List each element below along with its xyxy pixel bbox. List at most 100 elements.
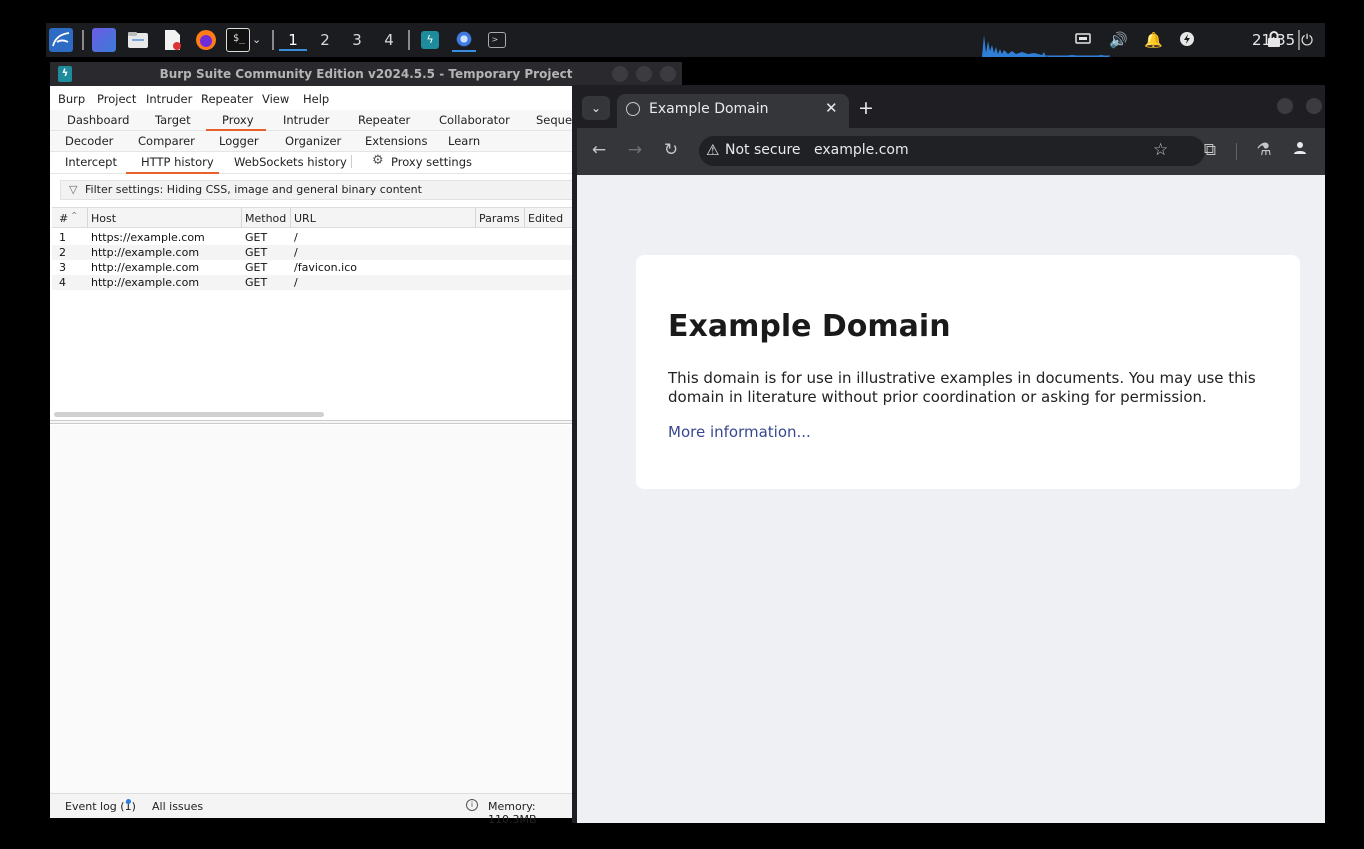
file-manager-icon[interactable] bbox=[126, 28, 150, 52]
not-secure-label[interactable]: Not secure bbox=[725, 142, 801, 158]
table-row[interactable]: 4 http://example.com GET / bbox=[52, 275, 580, 290]
cell-method: GET bbox=[245, 276, 268, 289]
column-header-edited[interactable]: Edited bbox=[528, 212, 563, 225]
lock-icon[interactable] bbox=[1265, 31, 1283, 49]
tab-organizer[interactable]: Organizer bbox=[285, 134, 341, 148]
content-card: Example Domain This domain is for use in… bbox=[636, 255, 1300, 489]
column-separator[interactable] bbox=[524, 208, 525, 228]
cell-number: 3 bbox=[59, 261, 66, 274]
column-separator[interactable] bbox=[87, 208, 88, 228]
horizontal-scrollbar[interactable] bbox=[54, 412, 324, 417]
table-row[interactable]: 1 https://example.com GET / bbox=[52, 230, 580, 245]
tab-logger[interactable]: Logger bbox=[219, 134, 259, 148]
workspace-3[interactable]: 3 bbox=[343, 29, 371, 51]
notification-bell-icon[interactable]: 🔔 bbox=[1144, 31, 1163, 49]
kali-menu-icon[interactable] bbox=[49, 28, 73, 52]
burp-task-icon[interactable]: ϟ bbox=[421, 31, 439, 49]
subtab-http-history[interactable]: HTTP history bbox=[141, 155, 214, 169]
maximize-button[interactable] bbox=[636, 66, 652, 82]
subtab-proxy-settings[interactable]: Proxy settings bbox=[391, 155, 472, 169]
text-editor-icon[interactable] bbox=[160, 28, 184, 52]
tab-collaborator[interactable]: Collaborator bbox=[439, 113, 510, 127]
tab-repeater[interactable]: Repeater bbox=[358, 113, 410, 127]
tab-target[interactable]: Target bbox=[155, 113, 191, 127]
chevron-down-icon[interactable]: ⌄ bbox=[252, 28, 266, 52]
subtab-websockets-history[interactable]: WebSockets history bbox=[234, 155, 347, 169]
volume-icon[interactable]: 🔊 bbox=[1109, 31, 1128, 49]
more-information-link[interactable]: More information... bbox=[668, 423, 811, 441]
tab-proxy[interactable]: Proxy bbox=[222, 113, 254, 127]
column-header-params[interactable]: Params bbox=[479, 212, 520, 225]
pane-splitter[interactable] bbox=[50, 420, 580, 424]
terminal-task-icon[interactable]: > bbox=[488, 32, 506, 48]
cell-host: http://example.com bbox=[91, 276, 200, 289]
column-separator[interactable] bbox=[241, 208, 242, 228]
menu-help[interactable]: Help bbox=[303, 92, 329, 106]
workspace-2[interactable]: 2 bbox=[311, 29, 339, 51]
minimize-button[interactable] bbox=[612, 66, 628, 82]
column-header-method[interactable]: Method bbox=[245, 212, 286, 225]
firefox-icon[interactable] bbox=[194, 28, 218, 52]
back-arrow-icon[interactable]: ← bbox=[588, 140, 610, 162]
browser-tab[interactable]: Example Domain ✕ bbox=[617, 94, 849, 128]
taskbar-separator bbox=[272, 30, 274, 50]
tab-intruder[interactable]: Intruder bbox=[283, 113, 329, 127]
workspace-4[interactable]: 4 bbox=[375, 29, 403, 51]
column-header-host[interactable]: Host bbox=[91, 212, 116, 225]
tab-decoder[interactable]: Decoder bbox=[65, 134, 113, 148]
subtab-intercept[interactable]: Intercept bbox=[65, 155, 117, 169]
cell-number: 1 bbox=[59, 231, 66, 244]
burp-status-bar: Event log (1) All issues i Memory: 110.3… bbox=[50, 793, 580, 826]
column-header-url[interactable]: URL bbox=[294, 212, 316, 225]
column-separator[interactable] bbox=[475, 208, 476, 228]
column-header-number[interactable]: # bbox=[59, 212, 68, 225]
table-row[interactable]: 3 http://example.com GET /favicon.ico bbox=[52, 260, 580, 275]
address-bar[interactable]: ⚠ Not secure example.com ☆ bbox=[699, 136, 1205, 166]
power-manager-icon[interactable] bbox=[1178, 31, 1196, 49]
tab-comparer[interactable]: Comparer bbox=[138, 134, 195, 148]
menu-burp[interactable]: Burp bbox=[58, 92, 85, 106]
extensions-icon[interactable]: ⧉ bbox=[1199, 140, 1221, 162]
menu-intruder[interactable]: Intruder bbox=[146, 92, 192, 106]
close-button[interactable] bbox=[660, 66, 676, 82]
menu-project[interactable]: Project bbox=[97, 92, 136, 106]
minimize-button[interactable] bbox=[1277, 98, 1293, 114]
all-issues-tab[interactable]: All issues bbox=[152, 800, 203, 813]
memory-indicator: Memory: 110.3MB bbox=[488, 800, 537, 826]
url-text[interactable]: example.com bbox=[814, 142, 909, 158]
cell-url: / bbox=[294, 276, 298, 289]
maximize-button[interactable] bbox=[1306, 98, 1322, 114]
close-tab-icon[interactable]: ✕ bbox=[825, 99, 838, 117]
reload-icon[interactable]: ↻ bbox=[660, 140, 682, 162]
cell-host: http://example.com bbox=[91, 261, 200, 274]
table-row[interactable]: 2 http://example.com GET / bbox=[52, 245, 580, 260]
new-tab-button[interactable]: + bbox=[858, 97, 874, 119]
chrome-tab-strip: ⌄ Example Domain ✕ + bbox=[572, 85, 1325, 128]
tab-search-button[interactable]: ⌄ bbox=[582, 96, 610, 120]
subtab-divider bbox=[351, 155, 352, 168]
burp-menu-bar: Burp Project Intruder Repeater View Help bbox=[50, 89, 580, 109]
bookmark-star-icon[interactable]: ☆ bbox=[1153, 140, 1168, 160]
event-log-notification-dot bbox=[126, 799, 131, 804]
chrome-task-icon[interactable] bbox=[452, 28, 476, 52]
desktop-icon[interactable] bbox=[92, 28, 116, 52]
tab-learn[interactable]: Learn bbox=[448, 134, 480, 148]
cell-url: / bbox=[294, 246, 298, 259]
cell-number: 2 bbox=[59, 246, 66, 259]
gear-icon[interactable]: ⚙ bbox=[372, 153, 384, 168]
page-paragraph: This domain is for use in illustrative e… bbox=[668, 369, 1256, 406]
logout-icon[interactable]: ⏻ bbox=[1298, 31, 1316, 49]
tab-extensions[interactable]: Extensions bbox=[365, 134, 427, 148]
filter-settings-bar[interactable]: ▽ Filter settings: Hiding CSS, image and… bbox=[60, 180, 580, 200]
profile-icon[interactable] bbox=[1289, 140, 1311, 162]
workspace-1[interactable]: 1 bbox=[279, 29, 307, 51]
labs-flask-icon[interactable]: ⚗ bbox=[1253, 140, 1275, 162]
active-subtab-indicator bbox=[126, 172, 219, 174]
menu-repeater[interactable]: Repeater bbox=[201, 92, 253, 106]
menu-view[interactable]: View bbox=[262, 92, 289, 106]
forward-arrow-icon[interactable]: → bbox=[624, 140, 646, 162]
tab-dashboard[interactable]: Dashboard bbox=[67, 113, 129, 127]
network-icon[interactable] bbox=[1074, 31, 1092, 49]
column-separator[interactable] bbox=[290, 208, 291, 228]
terminal-icon[interactable]: $_ bbox=[226, 28, 250, 52]
